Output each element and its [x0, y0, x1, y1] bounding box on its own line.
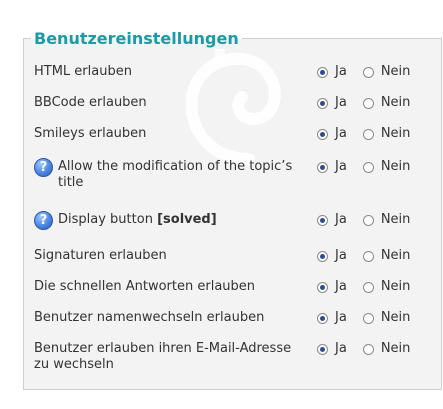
setting-label-wrap: ? Allow the modification of the topic’s … — [34, 158, 304, 191]
setting-label: Benutzer namenwechseln erlauben — [34, 310, 265, 325]
yes-radio[interactable] — [317, 97, 328, 109]
no-radio[interactable] — [362, 312, 374, 324]
setting-label: Allow the modification of the topic’s ti… — [58, 159, 293, 190]
panel-title: Benutzereinstellungen — [31, 29, 242, 49]
yes-no-options: Ja Nein — [317, 341, 410, 357]
yes-no-options: Ja Nein — [317, 248, 410, 264]
yes-radio[interactable] — [317, 343, 328, 355]
no-radio[interactable] — [362, 97, 374, 109]
setting-label-wrap: ? Display button [solved] — [34, 211, 304, 230]
no-radio[interactable] — [362, 66, 374, 78]
setting-label: HTML erlauben — [34, 64, 132, 79]
no-label[interactable]: Nein — [381, 279, 411, 295]
yes-label[interactable]: Ja — [335, 310, 347, 326]
setting-label: Benutzer erlauben ihren E-Mail-Adresse z… — [34, 341, 292, 372]
setting-label: BBCode erlauben — [34, 95, 147, 110]
yes-no-options: Ja Nein — [317, 64, 410, 80]
yes-radio[interactable] — [317, 214, 328, 226]
yes-radio[interactable] — [317, 250, 328, 262]
no-label[interactable]: Nein — [381, 95, 411, 111]
solved-tag: [solved] — [157, 212, 217, 227]
yes-no-options: Ja Nein — [317, 279, 410, 295]
yes-radio[interactable] — [317, 312, 328, 324]
no-label[interactable]: Nein — [381, 341, 411, 357]
yes-label[interactable]: Ja — [335, 64, 347, 80]
no-radio[interactable] — [362, 250, 374, 262]
yes-radio[interactable] — [317, 281, 328, 293]
no-label[interactable]: Nein — [381, 310, 411, 326]
yes-no-options: Ja Nein — [317, 159, 410, 175]
setting-label: Display button [solved] — [58, 212, 217, 227]
help-icon[interactable]: ? — [34, 211, 53, 230]
yes-label[interactable]: Ja — [335, 341, 347, 357]
no-label[interactable]: Nein — [381, 64, 411, 80]
no-radio[interactable] — [362, 343, 374, 355]
no-radio[interactable] — [362, 214, 374, 226]
help-icon[interactable]: ? — [34, 158, 53, 177]
yes-no-options: Ja Nein — [317, 310, 410, 326]
yes-radio[interactable] — [317, 128, 328, 140]
setting-label: Smileys erlauben — [34, 126, 147, 141]
no-label[interactable]: Nein — [381, 159, 411, 175]
no-radio[interactable] — [362, 128, 374, 140]
yes-label[interactable]: Ja — [335, 212, 347, 228]
no-label[interactable]: Nein — [381, 126, 411, 142]
yes-label[interactable]: Ja — [335, 95, 347, 111]
yes-label[interactable]: Ja — [335, 248, 347, 264]
yes-label[interactable]: Ja — [335, 126, 347, 142]
setting-label: Die schnellen Antworten erlauben — [34, 279, 256, 294]
setting-label: Signaturen erlauben — [34, 248, 167, 263]
yes-radio[interactable] — [317, 161, 328, 173]
yes-no-options: Ja Nein — [317, 126, 410, 142]
yes-label[interactable]: Ja — [335, 279, 347, 295]
no-radio[interactable] — [362, 161, 374, 173]
no-label[interactable]: Nein — [381, 248, 411, 264]
no-radio[interactable] — [362, 281, 374, 293]
yes-radio[interactable] — [317, 66, 328, 78]
yes-label[interactable]: Ja — [335, 159, 347, 175]
yes-no-options: Ja Nein — [317, 212, 410, 228]
yes-no-options: Ja Nein — [317, 95, 410, 111]
no-label[interactable]: Nein — [381, 212, 411, 228]
